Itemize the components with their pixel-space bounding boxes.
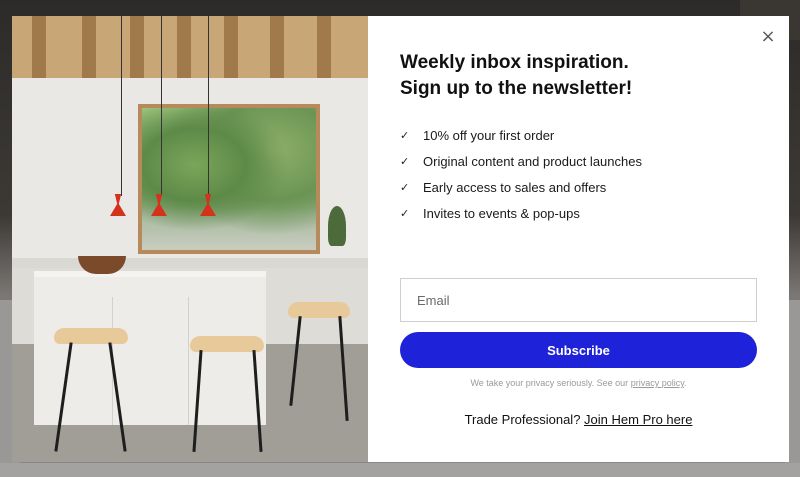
check-icon: ✓ — [400, 128, 410, 142]
benefit-item: ✓ Original content and product launches — [400, 148, 642, 174]
email-field[interactable] — [400, 278, 757, 322]
check-icon: ✓ — [400, 154, 410, 168]
benefit-label: Original content and product launches — [423, 153, 642, 169]
privacy-notice: We take your privacy seriously. See our … — [470, 378, 687, 388]
check-icon: ✓ — [400, 180, 410, 194]
newsletter-modal: × Weekly inbox inspiration. Sign up to t… — [12, 16, 789, 462]
privacy-text: We take your privacy seriously. See our — [470, 378, 629, 388]
plant — [328, 206, 346, 246]
check-icon: ✓ — [400, 206, 410, 220]
benefit-item: ✓ 10% off your first order — [400, 122, 642, 148]
trade-text: Trade Professional? — [464, 412, 581, 427]
privacy-policy-link[interactable]: privacy policy — [631, 378, 684, 388]
benefit-item: ✓ Early access to sales and offers — [400, 174, 642, 200]
trade-professional-prompt: Trade Professional? Join Hem Pro here — [400, 412, 757, 427]
close-icon: × — [760, 26, 776, 47]
benefit-label: 10% off your first order — [423, 127, 555, 143]
benefits-list: ✓ 10% off your first order ✓ Original co… — [400, 122, 642, 226]
benefit-label: Early access to sales and offers — [423, 179, 607, 195]
close-button[interactable]: × — [759, 28, 777, 46]
title-line-1: Weekly inbox inspiration. — [400, 52, 629, 73]
signup-panel: × Weekly inbox inspiration. Sign up to t… — [368, 16, 789, 462]
modal-title: Weekly inbox inspiration. Sign up to the… — [400, 50, 780, 102]
title-line-2: Sign up to the newsletter! — [400, 78, 633, 99]
bar-stool — [54, 328, 128, 344]
benefit-item: ✓ Invites to events & pop-ups — [400, 200, 642, 226]
benefit-label: Invites to events & pop-ups — [423, 205, 580, 221]
window — [138, 104, 320, 254]
background-strip — [0, 463, 800, 477]
join-hem-pro-link[interactable]: Join Hem Pro here — [584, 412, 692, 427]
subscribe-button[interactable]: Subscribe — [400, 332, 757, 368]
kitchen-photo — [12, 16, 368, 462]
